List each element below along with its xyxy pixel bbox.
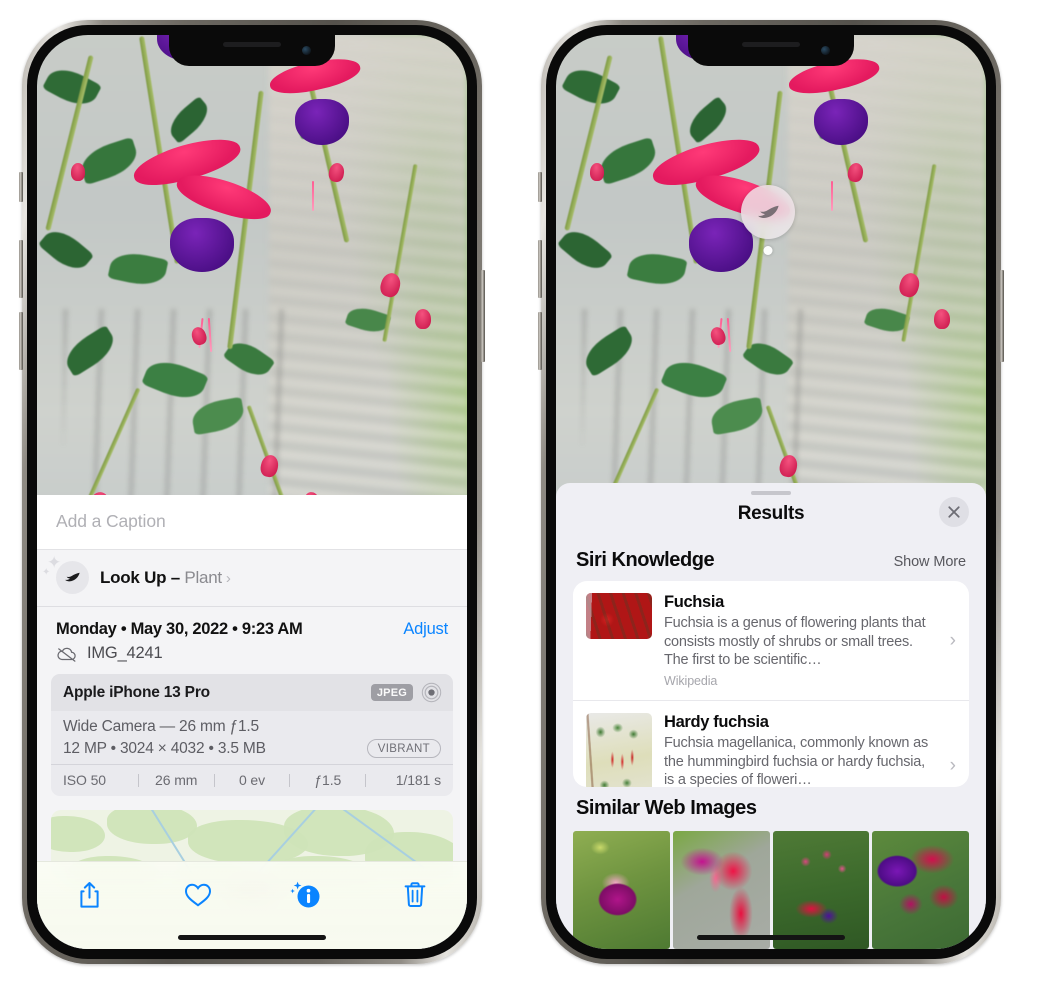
power-button[interactable]	[481, 270, 485, 362]
chevron-right-icon: ›	[225, 569, 231, 587]
knowledge-row[interactable]: Fuchsia Fuchsia is a genus of flowering …	[573, 581, 969, 700]
image-size-info: 12 MP • 3024 × 4032 • 3.5 MB	[63, 739, 266, 757]
photographic-style-badge: VIBRANT	[366, 739, 441, 758]
earpiece-speaker	[223, 42, 281, 47]
look-up-title: Look Up	[100, 567, 167, 587]
knowledge-title: Fuchsia	[664, 593, 724, 612]
front-camera-icon	[302, 46, 311, 55]
exif-header: Apple iPhone 13 Pro JPEG	[51, 674, 453, 711]
section-title: Similar Web Images	[576, 797, 757, 819]
caption-input[interactable]: Add a Caption	[56, 511, 448, 532]
sparkle-icon-small: ✦	[42, 567, 51, 578]
device-notch	[688, 35, 854, 66]
knowledge-description: Fuchsia is a genus of flowering plants t…	[664, 615, 926, 668]
visual-lookup-leaf-badge[interactable]	[741, 185, 795, 255]
knowledge-title: Hardy fuchsia	[664, 713, 769, 732]
section-title: Siri Knowledge	[576, 549, 715, 572]
detection-anchor-dot	[763, 246, 773, 255]
front-camera-icon	[821, 46, 830, 55]
earpiece-speaker	[742, 42, 800, 47]
exif-stat-exposure: 0 ev	[238, 772, 266, 788]
sparkle-icon-large: ✦	[47, 553, 62, 572]
hdr-ring-icon	[421, 682, 442, 703]
exif-stat-aperture: ƒ1.5	[314, 772, 342, 788]
favorite-button[interactable]	[176, 875, 220, 915]
knowledge-description: Fuchsia magellanica, commonly known as t…	[664, 735, 928, 787]
web-image-tile[interactable]	[872, 831, 969, 949]
date-row: Monday • May 30, 2022 • 9:23 AM Adjust	[37, 607, 467, 644]
mute-switch[interactable]	[19, 172, 23, 202]
web-image-tile[interactable]	[573, 831, 670, 949]
share-button[interactable]	[67, 875, 111, 915]
iphone-left-device: Add a Caption ✦ ✦ Look Up – Plant › Mond…	[19, 20, 485, 964]
exif-header-badges: JPEG	[370, 682, 442, 703]
siri-knowledge-header: Siri Knowledge Show More	[556, 539, 986, 581]
chevron-right-icon: ›	[949, 629, 956, 651]
exif-stats-row: ISO 50 26 mm 0 ev ƒ1.5 1/181 s	[51, 764, 453, 796]
share-icon	[79, 882, 99, 908]
home-indicator[interactable]	[178, 935, 326, 940]
screen-left: Add a Caption ✦ ✦ Look Up – Plant › Mond…	[37, 35, 467, 949]
file-format-badge: JPEG	[370, 684, 413, 701]
info-sparkle-icon	[290, 881, 320, 908]
cloud-slash-icon	[57, 647, 76, 662]
similar-web-images-grid	[556, 831, 986, 949]
results-title: Results	[737, 503, 805, 525]
camera-device-name: Apple iPhone 13 Pro	[63, 683, 210, 701]
volume-up-button[interactable]	[19, 240, 23, 298]
lookup-leaf-badge: ✦ ✦	[42, 554, 89, 594]
similar-web-images-header: Similar Web Images	[556, 787, 986, 829]
visual-lookup-results-sheet: Results Siri Knowledge Show More Fuchsia…	[556, 483, 986, 949]
look-up-dash: –	[166, 567, 185, 587]
volume-down-button[interactable]	[19, 312, 23, 370]
results-header: Results	[556, 495, 986, 539]
look-up-label: Look Up – Plant ›	[100, 568, 231, 588]
device-bezel: Add a Caption ✦ ✦ Look Up – Plant › Mond…	[27, 25, 477, 959]
show-more-button[interactable]: Show More	[894, 554, 967, 570]
web-image-tile[interactable]	[672, 831, 770, 949]
info-button[interactable]	[284, 875, 328, 915]
adjust-button[interactable]: Adjust	[403, 620, 448, 639]
file-name: IMG_4241	[87, 644, 163, 662]
volume-down-button[interactable]	[538, 312, 542, 370]
leaf-icon	[757, 205, 779, 218]
power-button[interactable]	[1000, 270, 1004, 362]
knowledge-text: Fuchsia Fuchsia is a genus of flowering …	[664, 593, 956, 688]
knowledge-thumbnail-fuchsia	[586, 593, 652, 640]
caption-field-row[interactable]: Add a Caption	[37, 495, 467, 550]
device-bezel: Results Siri Knowledge Show More Fuchsia…	[546, 25, 996, 959]
look-up-subject: Plant	[184, 567, 222, 587]
trash-icon	[404, 882, 426, 907]
exif-size-row: 12 MP • 3024 × 4032 • 3.5 MB VIBRANT	[63, 739, 441, 758]
exif-card[interactable]: Apple iPhone 13 Pro JPEG Wide Camera — 2…	[51, 674, 453, 796]
knowledge-source: Wikipedia	[664, 674, 718, 689]
screen-right: Results Siri Knowledge Show More Fuchsia…	[556, 35, 986, 949]
knowledge-text: Hardy fuchsia Fuchsia magellanica, commo…	[664, 713, 956, 787]
photo-date: Monday • May 30, 2022 • 9:23 AM	[56, 620, 303, 638]
heart-icon	[184, 883, 211, 907]
exif-stat-shutter: 1/181 s	[395, 772, 441, 788]
chevron-right-icon: ›	[949, 755, 956, 777]
knowledge-thumbnail-hardy-fuchsia	[586, 713, 652, 787]
look-up-row[interactable]: ✦ ✦ Look Up – Plant ›	[37, 550, 467, 607]
exif-stat-focal: 26 mm	[155, 772, 198, 788]
close-icon	[948, 506, 960, 518]
filename-row: IMG_4241	[37, 644, 467, 674]
delete-button[interactable]	[393, 875, 437, 915]
exif-body: Wide Camera — 26 mm ƒ1.5 12 MP • 3024 × …	[51, 711, 453, 764]
device-notch	[169, 35, 335, 66]
mute-switch[interactable]	[538, 172, 542, 202]
screenshot-stage: Add a Caption ✦ ✦ Look Up – Plant › Mond…	[0, 0, 1055, 985]
knowledge-row[interactable]: Hardy fuchsia Fuchsia magellanica, commo…	[573, 700, 969, 787]
siri-knowledge-card: Fuchsia Fuchsia is a genus of flowering …	[573, 581, 969, 787]
iphone-right-device: Results Siri Knowledge Show More Fuchsia…	[538, 20, 1004, 964]
close-button[interactable]	[939, 497, 969, 528]
exif-stat-iso: ISO 50	[63, 772, 106, 788]
volume-up-button[interactable]	[538, 240, 542, 298]
leaf-icon	[65, 572, 80, 582]
lens-info: Wide Camera — 26 mm ƒ1.5	[63, 718, 259, 735]
web-image-tile[interactable]	[772, 831, 870, 949]
home-indicator[interactable]	[697, 935, 845, 940]
